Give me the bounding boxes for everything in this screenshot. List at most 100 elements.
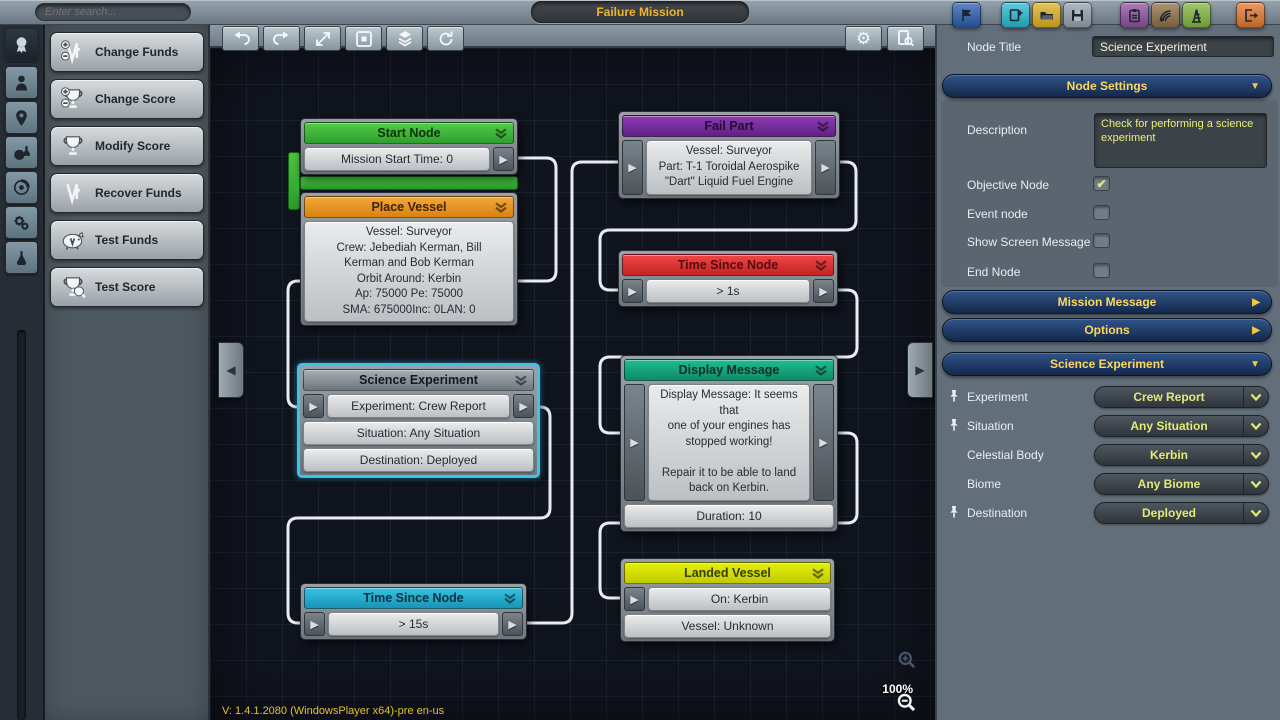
section-options[interactable]: Options ▶ <box>942 318 1272 342</box>
zoom-out-button[interactable] <box>896 692 917 718</box>
redo-button[interactable] <box>263 26 300 51</box>
node-time-since-node-1[interactable]: Time Since Node ▶> 1s▶ <box>618 250 838 307</box>
node-title-input[interactable] <box>1092 36 1274 57</box>
node-param-line: Vessel: Surveyor <box>366 225 452 241</box>
input-port[interactable]: ▶ <box>622 140 643 195</box>
node-param[interactable]: Vessel: SurveyorCrew: Jebediah Kerman, B… <box>304 221 514 322</box>
dropdown-chevron[interactable] <box>1243 474 1268 494</box>
section-science-experiment[interactable]: Science Experiment ▼ <box>942 352 1272 376</box>
output-port[interactable]: ▶ <box>493 147 514 171</box>
dropdown-celestial-body[interactable]: Kerbin <box>1094 444 1269 466</box>
node-header[interactable]: Start Node <box>304 122 514 144</box>
dropdown-chevron[interactable] <box>1243 503 1268 523</box>
node-param[interactable]: Vessel: SurveyorPart: T-1 Toroidal Aeros… <box>646 140 812 195</box>
tracking-dish-button[interactable] <box>1151 2 1180 28</box>
checkbox-end-node[interactable] <box>1093 263 1110 278</box>
node-time-since-node-2[interactable]: Time Since Node ▶> 15s▶ <box>300 583 527 640</box>
scale-button[interactable] <box>304 26 341 51</box>
node-start-node[interactable]: Start Node Mission Start Time: 0▶ <box>300 118 518 175</box>
node-param[interactable]: Display Message: It seems thatone of you… <box>648 384 810 501</box>
undo-button[interactable] <box>222 26 259 51</box>
description-textarea[interactable]: Check for performing a science experimen… <box>1094 113 1267 168</box>
checkbox-label: Objective Node <box>967 178 1049 192</box>
node-header[interactable]: Fail Part <box>622 115 836 137</box>
node-fail-part[interactable]: Fail Part ▶Vessel: SurveyorPart: T-1 Toro… <box>618 111 840 199</box>
search-input[interactable] <box>35 3 191 21</box>
collapse-right-panel-tab[interactable]: ▶ <box>907 342 933 398</box>
sidebar-tab-kerbals[interactable] <box>5 66 38 99</box>
dropdown-chevron[interactable] <box>1243 387 1268 407</box>
settings-gear-button[interactable]: ⚙ <box>845 26 882 51</box>
input-port[interactable]: ▶ <box>624 587 645 611</box>
node-header[interactable]: Science Experiment <box>303 369 534 391</box>
new-mission-button[interactable] <box>1001 2 1030 28</box>
dropdown-chevron[interactable] <box>1243 416 1268 436</box>
node-science-experiment[interactable]: Science Experiment ▶Experiment: Crew Repo… <box>297 363 540 478</box>
dropdown-biome[interactable]: Any Biome <box>1094 473 1269 495</box>
checkbox-event-node[interactable] <box>1093 205 1110 220</box>
sidebar-tab-location[interactable] <box>5 101 38 134</box>
node-header[interactable]: Display Message <box>624 359 834 381</box>
save-mission-button[interactable] <box>1063 2 1092 28</box>
dropdown-experiment[interactable]: Crew Report <box>1094 386 1269 408</box>
node-param[interactable]: Mission Start Time: 0 <box>304 147 490 171</box>
node-param[interactable]: On: Kerbin <box>648 587 831 611</box>
mission-canvas[interactable]: Start NodeMission Start Time: 0▶Place Ve… <box>210 48 935 720</box>
palette-item-recover-funds[interactable]: Recover Funds <box>50 173 204 213</box>
output-port[interactable]: ▶ <box>813 384 834 501</box>
open-mission-button[interactable] <box>1032 2 1061 28</box>
layers-button[interactable] <box>386 26 423 51</box>
checkbox-show-screen-message[interactable] <box>1093 233 1110 248</box>
output-port[interactable]: ▶ <box>813 279 834 303</box>
launch-mission-button[interactable] <box>1182 2 1211 28</box>
palette-item-test-funds[interactable]: Test Funds <box>50 220 204 260</box>
dropdown-destination[interactable]: Deployed <box>1094 502 1269 524</box>
checkbox-objective-node[interactable]: ✔ <box>1093 176 1110 191</box>
palette-item-test-score[interactable]: Test Score <box>50 267 204 307</box>
node-param[interactable]: > 1s <box>646 279 810 303</box>
palette-item-change-score[interactable]: Change Score <box>50 79 204 119</box>
exit-builder-button[interactable] <box>1236 2 1265 28</box>
dropdown-chevron[interactable] <box>1243 445 1268 465</box>
output-port[interactable]: ▶ <box>502 612 523 636</box>
palette-item-change-funds[interactable]: Change Funds <box>50 32 204 72</box>
node-param[interactable]: Situation: Any Situation <box>303 421 534 445</box>
node-header[interactable]: Time Since Node <box>304 587 523 609</box>
collapse-left-panel-tab[interactable]: ◀ <box>218 342 244 398</box>
node-param[interactable]: Vessel: Unknown <box>624 614 831 638</box>
checkbox-label: End Node <box>967 265 1020 279</box>
dropdown-situation[interactable]: Any Situation <box>1094 415 1269 437</box>
node-param[interactable]: > 15s <box>328 612 499 636</box>
input-port[interactable]: ▶ <box>304 612 325 636</box>
reset-view-button[interactable] <box>427 26 464 51</box>
section-node-settings[interactable]: Node Settings ▼ <box>942 74 1272 98</box>
node-display-message[interactable]: Display Message ▶Display Message: It seem… <box>620 355 838 532</box>
node-param[interactable]: Destination: Deployed <box>303 448 534 472</box>
output-port[interactable]: ▶ <box>513 394 534 418</box>
node-header[interactable]: Time Since Node <box>622 254 834 276</box>
node-param[interactable]: Duration: 10 <box>624 504 834 528</box>
sidebar-tab-scoring[interactable] <box>5 28 38 61</box>
input-port[interactable]: ▶ <box>303 394 324 418</box>
output-port[interactable]: ▶ <box>815 140 836 195</box>
sidebar-tab-orbits[interactable] <box>5 171 38 204</box>
sidebar-tab-science-parts[interactable] <box>5 136 38 169</box>
palette-item-modify-score[interactable]: Modify Score <box>50 126 204 166</box>
node-header[interactable]: Landed Vessel <box>624 562 831 584</box>
section-mission-message[interactable]: Mission Message ▶ <box>942 290 1272 314</box>
input-port[interactable]: ▶ <box>624 384 645 501</box>
node-landed-vessel[interactable]: Landed Vessel ▶On: Kerbin Vessel: Unknown <box>620 558 835 642</box>
sidebar-tab-resources[interactable] <box>5 241 38 274</box>
node-place-vessel[interactable]: Place Vessel Vessel: SurveyorCrew: Jebedi… <box>300 192 518 326</box>
mission-title[interactable]: Failure Mission <box>531 1 749 23</box>
palette-scrollbar[interactable] <box>17 330 26 720</box>
node-param[interactable]: Experiment: Crew Report <box>327 394 510 418</box>
validate-mission-button[interactable] <box>1120 2 1149 28</box>
input-port[interactable]: ▶ <box>622 279 643 303</box>
agency-flag-button[interactable] <box>952 2 981 28</box>
zoom-in-button[interactable] <box>897 650 917 675</box>
node-header[interactable]: Place Vessel <box>304 196 514 218</box>
frame-button[interactable] <box>345 26 382 51</box>
sidebar-tab-systems[interactable] <box>5 206 38 239</box>
mission-check-button[interactable] <box>887 26 924 51</box>
